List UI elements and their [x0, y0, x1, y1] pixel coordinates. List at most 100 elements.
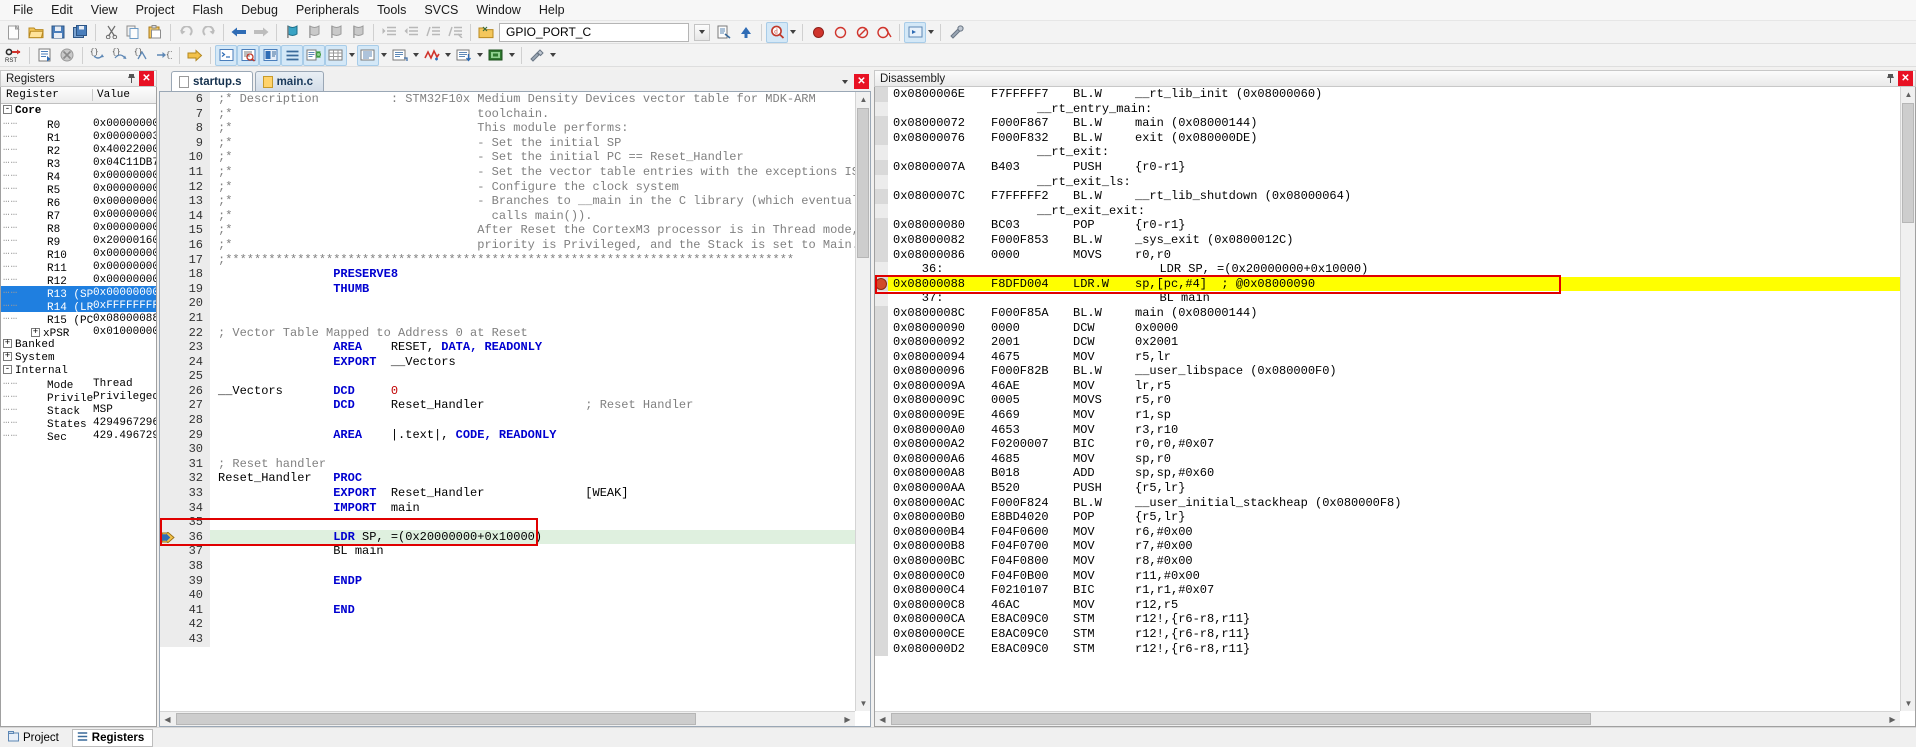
disassembly-gutter-cell[interactable] [875, 320, 888, 336]
navigate-forward-icon[interactable] [250, 22, 272, 43]
disassembly-line[interactable]: 0x080000B8 F04F0700 MOV r7,#0x00 [875, 539, 1900, 554]
toolbox-dropdown-icon[interactable] [548, 45, 558, 66]
toolbox-icon[interactable] [526, 45, 548, 66]
code-line[interactable]: 25 [160, 369, 855, 384]
disassembly-line[interactable]: 0x08000076 F000F832 BL.W exit (0x080000DE) [875, 130, 1900, 146]
scroll-down-icon[interactable]: ▼ [1901, 696, 1915, 711]
menu-item-peripherals[interactable]: Peripherals [287, 1, 368, 19]
disasm-vscroll-thumb[interactable] [1902, 103, 1914, 223]
gutter-cell[interactable] [160, 559, 179, 574]
editor-tab-main-c[interactable]: main.c [254, 71, 325, 91]
disassembly-view[interactable]: 0x0800006E F7FFFFF7 BL.W __rt_lib_init (0x0… [874, 87, 1916, 727]
tree-expander-icon[interactable]: + [3, 339, 12, 349]
code-line[interactable]: 13 ;* - Branches to __main in the C libra… [160, 194, 855, 209]
code-line[interactable]: 16 ;* priority is Privileged, and the Sta… [160, 237, 855, 253]
gutter-cell[interactable] [160, 442, 179, 457]
code-line[interactable]: 31 ; Reset handler [160, 456, 855, 472]
scroll-left-icon[interactable]: ◀ [875, 712, 890, 726]
undo-icon[interactable] [175, 22, 197, 43]
bookmark-clear-icon[interactable] [347, 22, 369, 43]
code-line[interactable]: 27 DCD Reset_Handler ; Reset Handler [160, 398, 855, 414]
disassembly-line[interactable]: 0x08000096 F000F82B BL.W __user_libspace (0… [875, 364, 1900, 379]
disassembly-gutter-cell[interactable] [875, 597, 888, 613]
menu-item-flash[interactable]: Flash [183, 1, 232, 19]
registers-tree[interactable]: Register Value - Core…… R0 0x00000000…… R1 0x… [0, 87, 157, 727]
disassembly-line[interactable]: __rt_exit: [875, 145, 1900, 160]
stop-icon[interactable] [56, 45, 78, 66]
close-icon[interactable]: ✕ [1898, 71, 1913, 86]
disassembly-line[interactable]: 0x0800009A 46AE MOV lr,r5 [875, 378, 1900, 394]
run-to-cursor-icon[interactable]: {} [153, 45, 175, 66]
disassembly-line[interactable]: 0x08000080 BC03 POP {r0-r1} [875, 218, 1900, 233]
debug-dropdown-icon[interactable] [926, 22, 936, 43]
gutter-cell[interactable] [160, 106, 179, 122]
disassembly-gutter-cell[interactable] [875, 291, 888, 306]
code-line[interactable]: 43 [160, 631, 855, 647]
serial-window-icon[interactable] [389, 45, 411, 66]
pin-icon[interactable] [124, 71, 139, 86]
step-out-icon[interactable]: {} [131, 45, 153, 66]
copy-icon[interactable] [122, 22, 144, 43]
command-window-icon[interactable] [215, 44, 237, 66]
editor-hscroll-thumb[interactable] [176, 713, 696, 725]
save-icon[interactable] [47, 22, 69, 43]
current-pc-marker[interactable] [160, 529, 179, 545]
disassembly-gutter-cell[interactable] [875, 554, 888, 569]
disassembly-line[interactable]: 0x08000088 F8DFD004 LDR.W sp,[pc,#4] ; @0x0… [875, 276, 1900, 292]
disassembly-gutter-cell[interactable] [875, 568, 888, 584]
disassembly-gutter-cell[interactable] [875, 189, 888, 204]
menu-item-file[interactable]: File [4, 1, 42, 19]
gutter-cell[interactable] [160, 354, 179, 370]
editor-vertical-scrollbar[interactable]: ▲ ▼ [855, 92, 870, 711]
gutter-cell[interactable] [160, 471, 179, 487]
register-row[interactable]: ……Sec 429.4967296 [1, 428, 156, 444]
disassembly-line[interactable]: 0x080000CE E8AC09C0 STM r12!,{r6-r8,r11} [875, 626, 1900, 642]
disassembly-line[interactable]: 0x080000D2 E8AC09C0 STM r12!,{r6-r8,r11} [875, 641, 1900, 657]
disassembly-gutter-cell[interactable] [875, 305, 888, 321]
tree-expander-icon[interactable]: - [3, 365, 12, 375]
disassembly-line[interactable]: 0x080000C0 F04F0B00 MOV r11,#0x00 [875, 568, 1900, 584]
code-line[interactable]: 11 ;* - Set the vector table entries with… [160, 164, 855, 180]
code-line[interactable]: 28 [160, 413, 855, 428]
disassembly-gutter-cell[interactable] [875, 510, 888, 525]
disassembly-line[interactable]: 0x080000C4 F0210107 BIC r1,r1,#0x07 [875, 583, 1900, 598]
code-editor[interactable]: 6 ;* Description : STM32F10x Medium Densi… [159, 92, 871, 727]
code-line[interactable]: 29 AREA |.text|, CODE, READONLY [160, 427, 855, 443]
disassembly-line[interactable]: 0x08000072 F000F867 BL.W main (0x08000144) [875, 116, 1900, 131]
disassembly-gutter-cell[interactable] [875, 364, 888, 379]
new-file-icon[interactable] [3, 22, 25, 43]
step-icon[interactable]: {} [87, 45, 109, 66]
disassembly-gutter-cell[interactable] [875, 159, 888, 175]
disassembly-vertical-scrollbar[interactable]: ▲ ▼ [1900, 87, 1915, 711]
disassembly-gutter-cell[interactable] [875, 130, 888, 146]
memory-dropdown-icon[interactable] [379, 45, 389, 66]
gutter-cell[interactable] [160, 427, 179, 443]
disassembly-line[interactable]: 0x080000BC F04F0800 MOV r8,#0x00 [875, 554, 1900, 569]
disassembly-line[interactable]: 0x080000C8 46AC MOV r12,r5 [875, 597, 1900, 613]
reset-cpu-icon[interactable]: RST [3, 45, 25, 66]
code-line[interactable]: 12 ;* - Configure the clock system [160, 179, 855, 195]
gutter-cell[interactable] [160, 588, 179, 603]
code-line[interactable]: 6 ;* Description : STM32F10x Medium Densi… [160, 92, 855, 107]
disassembly-horizontal-scrollbar[interactable]: ◀ ▶ [875, 711, 1900, 726]
code-line[interactable]: 35 [160, 515, 855, 530]
disassembly-gutter-cell[interactable] [875, 101, 888, 117]
menu-item-window[interactable]: Window [467, 1, 529, 19]
register-row[interactable]: + xPSR 0x01000000 [1, 325, 156, 340]
gutter-cell[interactable] [160, 515, 179, 530]
gutter-cell[interactable] [160, 383, 179, 399]
serial-dropdown-icon[interactable] [411, 45, 421, 66]
disassembly-line[interactable]: 0x08000082 F000F853 BL.W _sys_exit (0x08000… [875, 232, 1900, 248]
trace-window-icon[interactable] [453, 45, 475, 66]
disassembly-gutter-cell[interactable] [875, 218, 888, 233]
gutter-cell[interactable] [160, 135, 179, 151]
disassembly-gutter-cell[interactable] [875, 451, 888, 467]
disassembly-gutter-cell[interactable] [875, 481, 888, 496]
disassembly-gutter-cell[interactable] [875, 378, 888, 394]
disassembly-window-icon[interactable] [237, 44, 259, 66]
disassembly-line[interactable]: 0x0800006E F7FFFFF7 BL.W __rt_lib_init (0x0… [875, 87, 1900, 102]
disassembly-gutter-cell[interactable] [875, 466, 888, 482]
disassembly-line[interactable]: 0x080000B0 E8BD4020 POP {r5,lr} [875, 510, 1900, 525]
code-line[interactable]: 10 ;* - Set the initial PC == Reset_Handl… [160, 150, 855, 165]
disassembly-gutter-cell[interactable] [875, 524, 888, 540]
